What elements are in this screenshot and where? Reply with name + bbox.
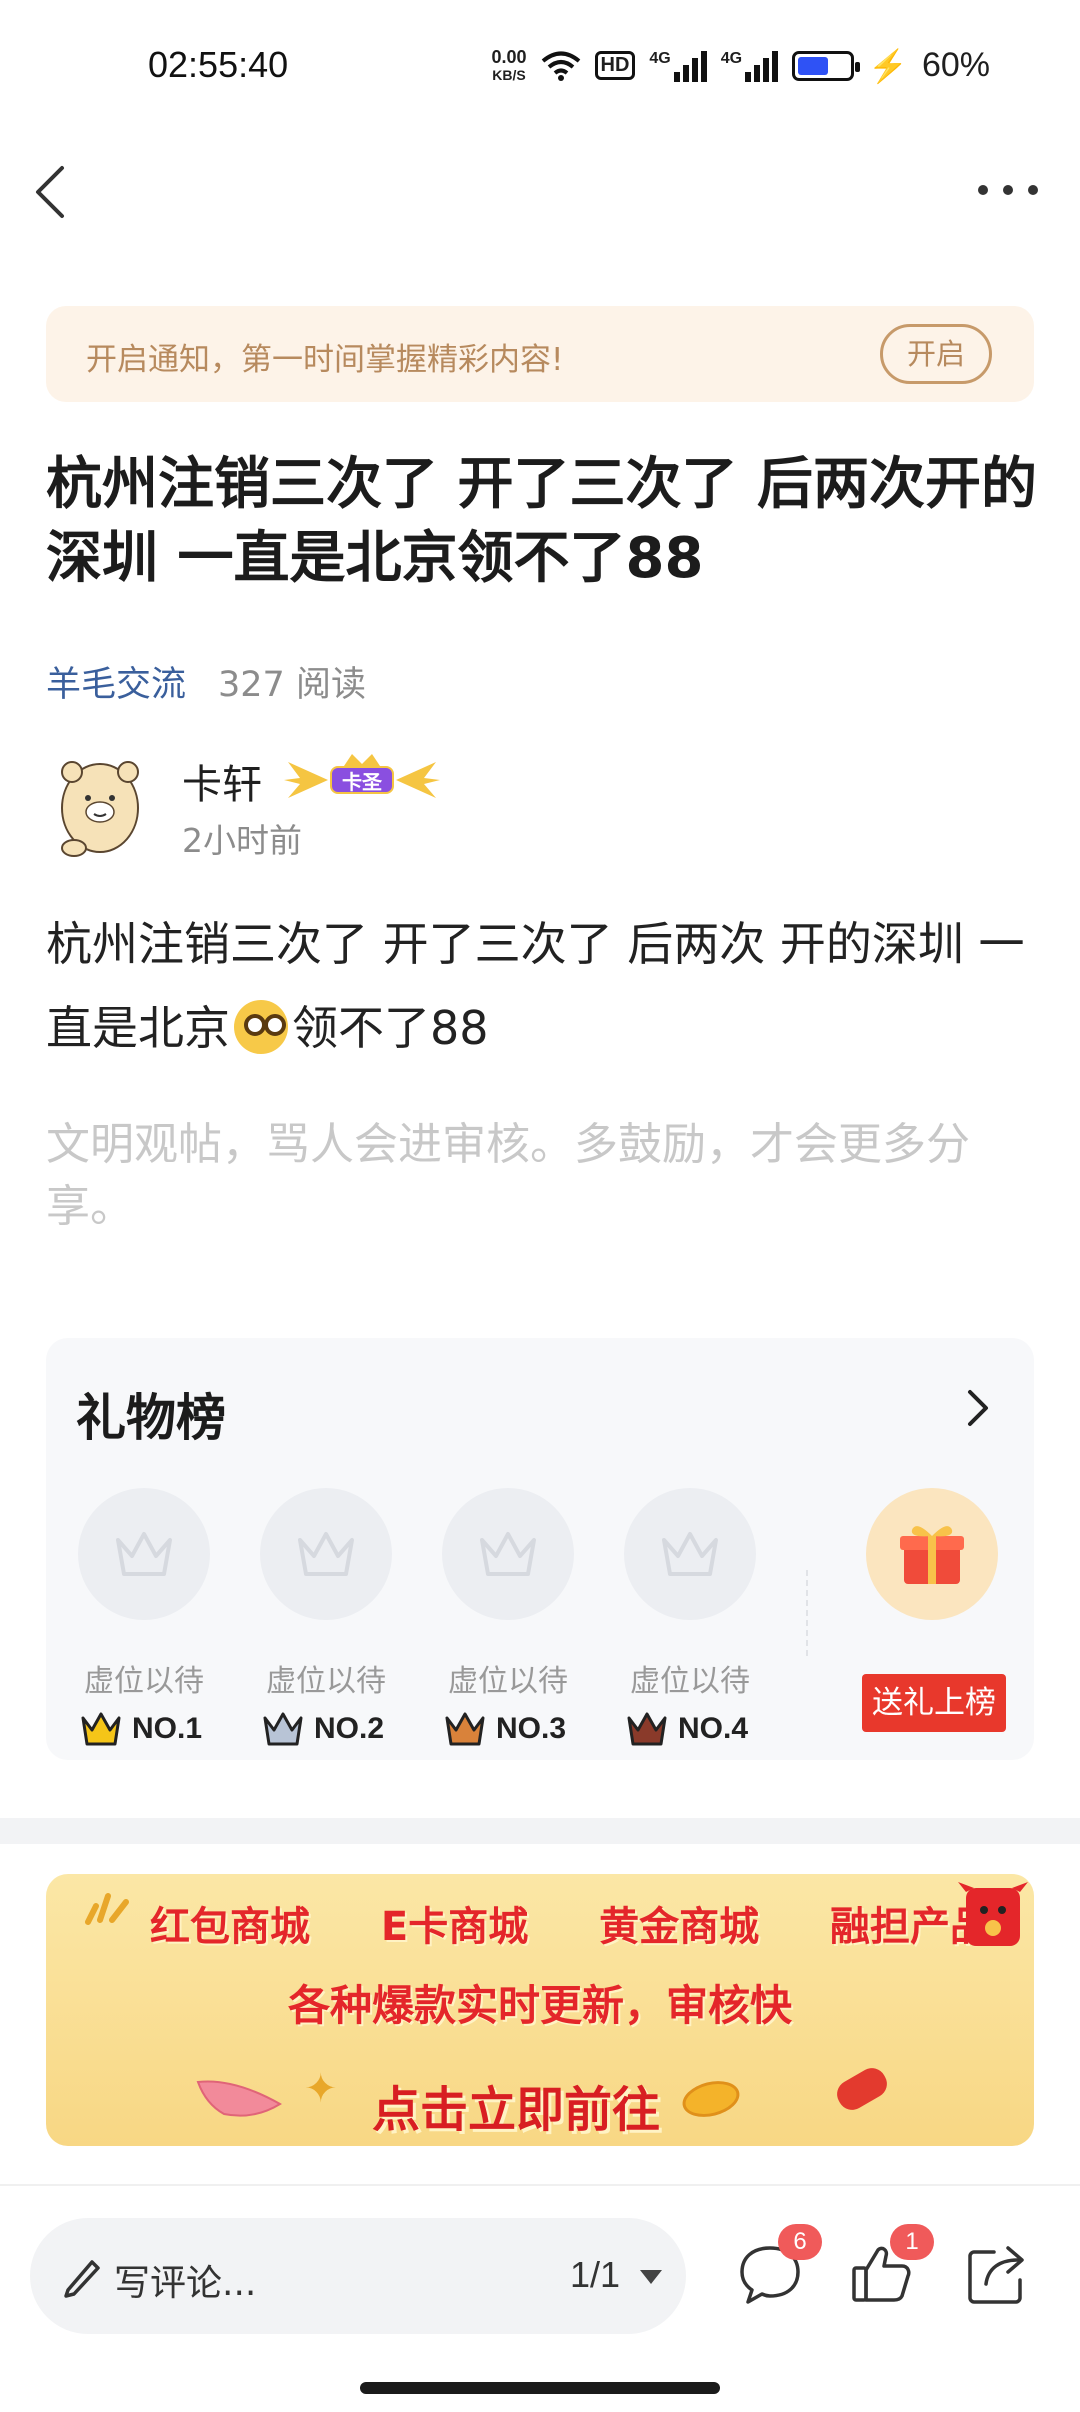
slot-rank: NO.2 bbox=[262, 1710, 384, 1748]
gift-slot-3[interactable]: 虚位以待 NO.3 bbox=[438, 1488, 578, 1746]
post-title: 杭州注销三次了 开了三次了 后两次开的深圳 一直是北京领不了88 bbox=[46, 452, 1037, 591]
badge-label: 卡圣 bbox=[330, 766, 394, 794]
gift-slot-1[interactable]: 虚位以待 NO.1 bbox=[74, 1488, 214, 1746]
empty-slot-avatar bbox=[260, 1488, 392, 1620]
notification-text: 开启通知，第一时间掌握精彩内容! bbox=[86, 342, 564, 378]
promo-item: E卡商城 bbox=[380, 1904, 529, 1950]
slot-label: 虚位以待 bbox=[266, 1664, 386, 1699]
gift-board: 礼物榜 虚位以待 NO.1 虚位以待 NO.2 虚位以待 NO.3 虚位以待 N… bbox=[46, 1338, 1034, 1760]
channel-link[interactable]: 羊毛交流 bbox=[46, 656, 186, 707]
author-name[interactable]: 卡轩 bbox=[182, 752, 262, 810]
comment-button[interactable]: 6 bbox=[736, 2224, 822, 2308]
gold-crown-icon bbox=[81, 1712, 121, 1746]
more-dots-icon[interactable] bbox=[978, 178, 1038, 202]
crown-outline-icon bbox=[662, 1532, 718, 1576]
crown-outline-icon bbox=[116, 1532, 172, 1576]
like-button[interactable]: 1 bbox=[848, 2224, 934, 2308]
crown-outline-icon bbox=[298, 1532, 354, 1576]
empty-slot-avatar bbox=[624, 1488, 756, 1620]
red-envelope-mascot-icon bbox=[958, 1882, 1028, 1946]
post-body: 杭州注销三次了 开了三次了 后两次 开的深圳 一直是北京 领不了88 bbox=[46, 902, 1046, 1070]
gift-slot-2[interactable]: 虚位以待 NO.2 bbox=[256, 1488, 396, 1746]
wifi-icon bbox=[541, 51, 580, 81]
post-meta: 羊毛交流 327 阅读 bbox=[46, 656, 366, 707]
slot-rank: NO.3 bbox=[444, 1710, 566, 1748]
read-count: 327 阅读 bbox=[218, 665, 366, 705]
slot-rank: NO.4 bbox=[626, 1710, 748, 1748]
promo-subtitle: 各种爆款实时更新，审核快 bbox=[287, 1981, 792, 2030]
net-speed: 0.00 KB/S bbox=[491, 48, 526, 84]
network-type-label: 4G bbox=[720, 49, 743, 67]
crying-emoji-icon bbox=[234, 1000, 288, 1054]
share-icon bbox=[968, 2246, 1024, 2304]
charging-icon: ⚡ bbox=[868, 47, 908, 84]
net-speed-value: 0.00 bbox=[491, 46, 527, 67]
author-avatar[interactable] bbox=[50, 748, 150, 860]
comment-placeholder: 写评论... bbox=[114, 2263, 257, 2304]
empty-slot-avatar bbox=[78, 1488, 210, 1620]
rank-label: NO.1 bbox=[132, 1712, 203, 1745]
empty-slot-avatar bbox=[442, 1488, 574, 1620]
gift-board-title: 礼物榜 bbox=[76, 1389, 226, 1447]
slot-label: 虚位以待 bbox=[84, 1664, 204, 1699]
promo-item: 红包商城 bbox=[150, 1904, 310, 1950]
gift-divider bbox=[806, 1570, 808, 1656]
promo-banner[interactable]: 红包商城 E卡商城 黄金商城 融担产品 各种爆款实时更新，审核快 ✦ 点击立即前… bbox=[46, 1874, 1034, 2146]
nav-bar bbox=[0, 140, 1080, 240]
signal-icon-1: 4G bbox=[649, 49, 707, 82]
gift-button-circle[interactable] bbox=[866, 1488, 998, 1620]
send-gift-button[interactable]: 送礼上榜 bbox=[862, 1674, 1006, 1732]
gift-box-icon bbox=[900, 1526, 964, 1584]
author-badge: 卡圣 bbox=[282, 752, 442, 808]
sparkle-rays-icon bbox=[85, 1893, 129, 1925]
silver-crown-icon bbox=[263, 1712, 303, 1746]
status-icons: 0.00 KB/S HD 4G 4G ⚡ 60% bbox=[491, 46, 990, 85]
promo-item: 黄金商城 bbox=[599, 1904, 760, 1950]
net-speed-unit: KB/S bbox=[492, 66, 526, 83]
comment-input[interactable]: 写评论... 1/1 bbox=[30, 2218, 686, 2334]
post-body-text-end: 领不了88 bbox=[292, 1001, 489, 1055]
gift-slot-4[interactable]: 虚位以待 NO.4 bbox=[620, 1488, 760, 1746]
rank-label: NO.3 bbox=[496, 1712, 567, 1745]
battery-icon bbox=[792, 50, 861, 81]
comment-count-badge: 6 bbox=[778, 2224, 822, 2260]
status-bar: 02:55:40 0.00 KB/S HD 4G 4G ⚡ 60% bbox=[0, 0, 1080, 140]
post-body-text: 杭州注销三次了 开了三次了 后两次 开的深圳 一直是北京 bbox=[46, 917, 1025, 1055]
hd-badge: HD bbox=[594, 51, 636, 80]
battery-fill bbox=[798, 56, 829, 75]
home-indicator[interactable] bbox=[360, 2382, 720, 2394]
page-indicator[interactable]: 1/1 bbox=[570, 2254, 620, 2296]
signal-icon-2: 4G bbox=[720, 49, 779, 82]
sparkle-icon: ✦ bbox=[304, 2066, 338, 2112]
slot-label: 虚位以待 bbox=[630, 1664, 750, 1699]
slot-label: 虚位以待 bbox=[448, 1664, 568, 1699]
enable-notification-button[interactable]: 开启 bbox=[880, 324, 992, 384]
section-divider bbox=[0, 1818, 1080, 1844]
rank-label: NO.2 bbox=[314, 1712, 385, 1745]
rank-label: NO.4 bbox=[678, 1712, 749, 1745]
promo-items: 红包商城 E卡商城 黄金商城 融担产品 bbox=[150, 1894, 990, 1952]
share-button[interactable] bbox=[964, 2240, 1032, 2308]
dark-crown-icon bbox=[627, 1712, 667, 1746]
ribbon-decoration-icon bbox=[196, 2080, 282, 2117]
coin-decoration-icon bbox=[678, 2075, 744, 2123]
pencil-icon bbox=[64, 2260, 100, 2298]
post-time: 2小时前 bbox=[182, 821, 302, 860]
bronze-crown-icon bbox=[445, 1712, 485, 1746]
crown-outline-icon bbox=[480, 1532, 536, 1576]
chevron-left-icon[interactable] bbox=[28, 162, 78, 222]
notification-banner: 开启通知，第一时间掌握精彩内容! 开启 bbox=[46, 306, 1034, 402]
slot-rank: NO.1 bbox=[80, 1710, 202, 1748]
firecracker-decoration-icon bbox=[831, 2063, 893, 2115]
promo-cta: 点击立即前往 bbox=[372, 2082, 661, 2138]
civility-hint: 文明观帖，骂人会进审核。多鼓励，才会更多分享。 bbox=[46, 1119, 970, 1232]
chevron-right-icon[interactable] bbox=[962, 1386, 992, 1430]
bottom-divider bbox=[0, 2184, 1080, 2186]
caret-down-icon[interactable] bbox=[638, 2268, 664, 2286]
battery-percent: 60% bbox=[921, 46, 990, 84]
like-count-badge: 1 bbox=[890, 2224, 934, 2260]
status-time: 02:55:40 bbox=[148, 44, 289, 85]
network-type-label: 4G bbox=[649, 49, 671, 67]
